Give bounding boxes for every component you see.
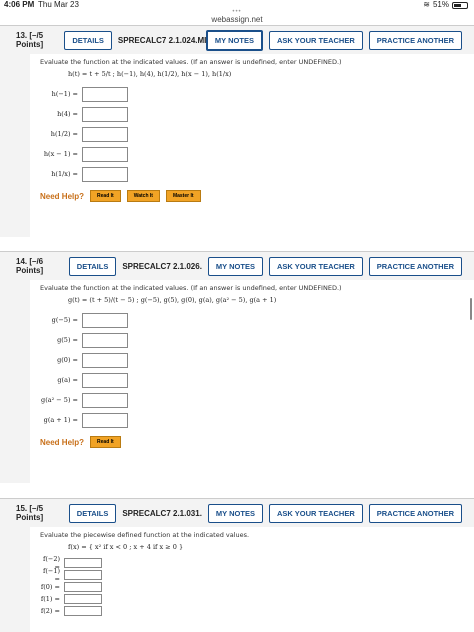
question-15: 15. [–/5 Points] DETAILS SPRECALC7 2.1.0… bbox=[0, 498, 474, 632]
answer-label: g(a + 1) = bbox=[43, 416, 78, 424]
answer-label: f(0) = bbox=[40, 583, 60, 591]
answer-label: g(−5) = bbox=[51, 316, 78, 324]
answer-input[interactable] bbox=[82, 126, 128, 142]
scrollbar[interactable] bbox=[470, 298, 472, 320]
read-it-button[interactable]: Read It bbox=[90, 436, 121, 448]
read-it-button[interactable]: Read It bbox=[90, 190, 121, 202]
answer-input[interactable] bbox=[82, 352, 128, 368]
status-date: Thu Mar 23 bbox=[38, 0, 79, 9]
answer-input[interactable] bbox=[82, 392, 128, 408]
answer-input[interactable] bbox=[82, 86, 128, 102]
answer-row: h(1/x) = bbox=[40, 164, 466, 184]
answer-input[interactable] bbox=[64, 570, 102, 580]
answer-label: g(0) = bbox=[57, 356, 78, 364]
answer-input[interactable] bbox=[82, 412, 128, 428]
answer-input[interactable] bbox=[82, 106, 128, 122]
question-13: 13. [–/5 Points] DETAILS SPRECALC7 2.1.0… bbox=[0, 25, 474, 265]
answer-label: g(a² − 5) = bbox=[41, 396, 78, 404]
answer-row: f(1) = bbox=[40, 593, 466, 605]
answer-input[interactable] bbox=[82, 146, 128, 162]
battery-icon bbox=[452, 1, 468, 9]
answer-row: g(0) = bbox=[40, 350, 466, 370]
status-time: 4:06 PM bbox=[4, 0, 35, 9]
function-definition: f(x) = { x² if x < 0 ; x + 4 if x ≥ 0 } bbox=[68, 543, 184, 551]
answer-input[interactable] bbox=[82, 166, 128, 182]
my-notes-button[interactable]: MY NOTES bbox=[207, 256, 263, 276]
answer-row: g(5) = bbox=[40, 330, 466, 350]
answer-label: f(1) = bbox=[40, 595, 60, 603]
my-notes-button[interactable]: MY NOTES bbox=[205, 29, 263, 51]
answer-input[interactable] bbox=[82, 312, 128, 328]
answer-label: f(−1) = bbox=[42, 567, 60, 583]
need-help: Need Help? Read It Watch It Master It bbox=[40, 190, 466, 202]
answer-row: g(−5) = bbox=[40, 310, 466, 330]
question-body: Evaluate the piecewise defined function … bbox=[30, 527, 474, 632]
answer-row: f(2) = bbox=[40, 605, 466, 617]
details-button[interactable]: DETAILS bbox=[68, 256, 117, 276]
answer-label: h(x − 1) = bbox=[43, 150, 78, 158]
answer-row: g(a² − 5) = bbox=[40, 390, 466, 410]
question-header: 15. [–/5 Points] DETAILS SPRECALC7 2.1.0… bbox=[0, 499, 474, 527]
answer-row: h(x − 1) = bbox=[40, 144, 466, 164]
answer-label: h(1/2) = bbox=[50, 130, 78, 138]
instruction: Evaluate the function at the indicated v… bbox=[40, 58, 342, 66]
need-help: Need Help? Read It bbox=[40, 436, 466, 448]
question-number: 14. [–/6 Points] bbox=[16, 257, 44, 275]
function-definition: h(t) = t + 5/t ; h(−1), h(4), h(1/2), h(… bbox=[68, 70, 232, 78]
practice-another-button[interactable]: PRACTICE ANOTHER bbox=[368, 256, 462, 276]
ask-teacher-button[interactable]: ASK YOUR TEACHER bbox=[268, 30, 363, 50]
battery-percent: 51% bbox=[432, 0, 449, 9]
need-help-title: Need Help? bbox=[40, 437, 85, 447]
status-right: ≋ 51% bbox=[423, 0, 468, 10]
problem-code: SPRECALC7 2.1.026. bbox=[122, 261, 202, 271]
answer-label: h(1/x) = bbox=[51, 170, 78, 178]
instruction: Evaluate the function at the indicated v… bbox=[40, 284, 342, 292]
answer-input[interactable] bbox=[82, 332, 128, 348]
question-number: 15. [–/5 Points] bbox=[16, 504, 44, 522]
url-bar[interactable]: ••• webassign.net bbox=[0, 9, 474, 24]
answer-row: f(−1) = bbox=[40, 567, 466, 583]
question-header: 14. [–/6 Points] DETAILS SPRECALC7 2.1.0… bbox=[0, 252, 474, 280]
master-it-button[interactable]: Master It bbox=[165, 190, 201, 202]
answer-input[interactable] bbox=[64, 582, 102, 592]
ask-teacher-button[interactable]: ASK YOUR TEACHER bbox=[268, 503, 363, 523]
question-header: 13. [–/5 Points] DETAILS SPRECALC7 2.1.0… bbox=[0, 26, 474, 54]
need-help-title: Need Help? bbox=[40, 191, 85, 201]
url-text: webassign.net bbox=[211, 15, 263, 24]
function-definition: g(t) = (t + 5)/(t − 5) ; g(−5), g(5), g(… bbox=[68, 296, 277, 304]
details-button[interactable]: DETAILS bbox=[64, 30, 112, 50]
answer-input[interactable] bbox=[64, 606, 102, 616]
problem-code: SPRECALC7 2.1.031. bbox=[122, 508, 202, 518]
question-body: Evaluate the function at the indicated v… bbox=[30, 280, 474, 511]
answer-row: h(−1) = bbox=[40, 84, 466, 104]
answer-label: g(5) = bbox=[57, 336, 78, 344]
answer-label: h(4) = bbox=[57, 110, 78, 118]
practice-another-button[interactable]: PRACTICE ANOTHER bbox=[368, 30, 462, 50]
answer-row: f(0) = bbox=[40, 581, 466, 593]
instruction: Evaluate the piecewise defined function … bbox=[40, 531, 250, 539]
practice-another-button[interactable]: PRACTICE ANOTHER bbox=[368, 503, 462, 523]
question-14: 14. [–/6 Points] DETAILS SPRECALC7 2.1.0… bbox=[0, 251, 474, 511]
wifi-icon: ≋ bbox=[423, 0, 430, 9]
details-button[interactable]: DETAILS bbox=[68, 503, 117, 523]
watch-it-button[interactable]: Watch It bbox=[126, 190, 160, 202]
answer-input[interactable] bbox=[82, 372, 128, 388]
answer-label: g(a) = bbox=[57, 376, 78, 384]
answer-row: g(a) = bbox=[40, 370, 466, 390]
answer-input[interactable] bbox=[64, 594, 102, 604]
question-number: 13. [–/5 Points] bbox=[16, 31, 44, 49]
answer-label: h(−1) = bbox=[51, 90, 78, 98]
answer-row: h(4) = bbox=[40, 104, 466, 124]
question-body: Evaluate the function at the indicated v… bbox=[30, 54, 474, 265]
answer-input[interactable] bbox=[64, 558, 102, 568]
problem-code: SPRECALC7 2.1.024.MI. bbox=[117, 35, 209, 45]
answer-row: h(1/2) = bbox=[40, 124, 466, 144]
my-notes-button[interactable]: MY NOTES bbox=[207, 503, 263, 523]
answer-label: f(2) = bbox=[40, 607, 60, 615]
answer-row: f(−2) = bbox=[40, 555, 466, 571]
answer-row: g(a + 1) = bbox=[40, 410, 466, 430]
ask-teacher-button[interactable]: ASK YOUR TEACHER bbox=[268, 256, 363, 276]
